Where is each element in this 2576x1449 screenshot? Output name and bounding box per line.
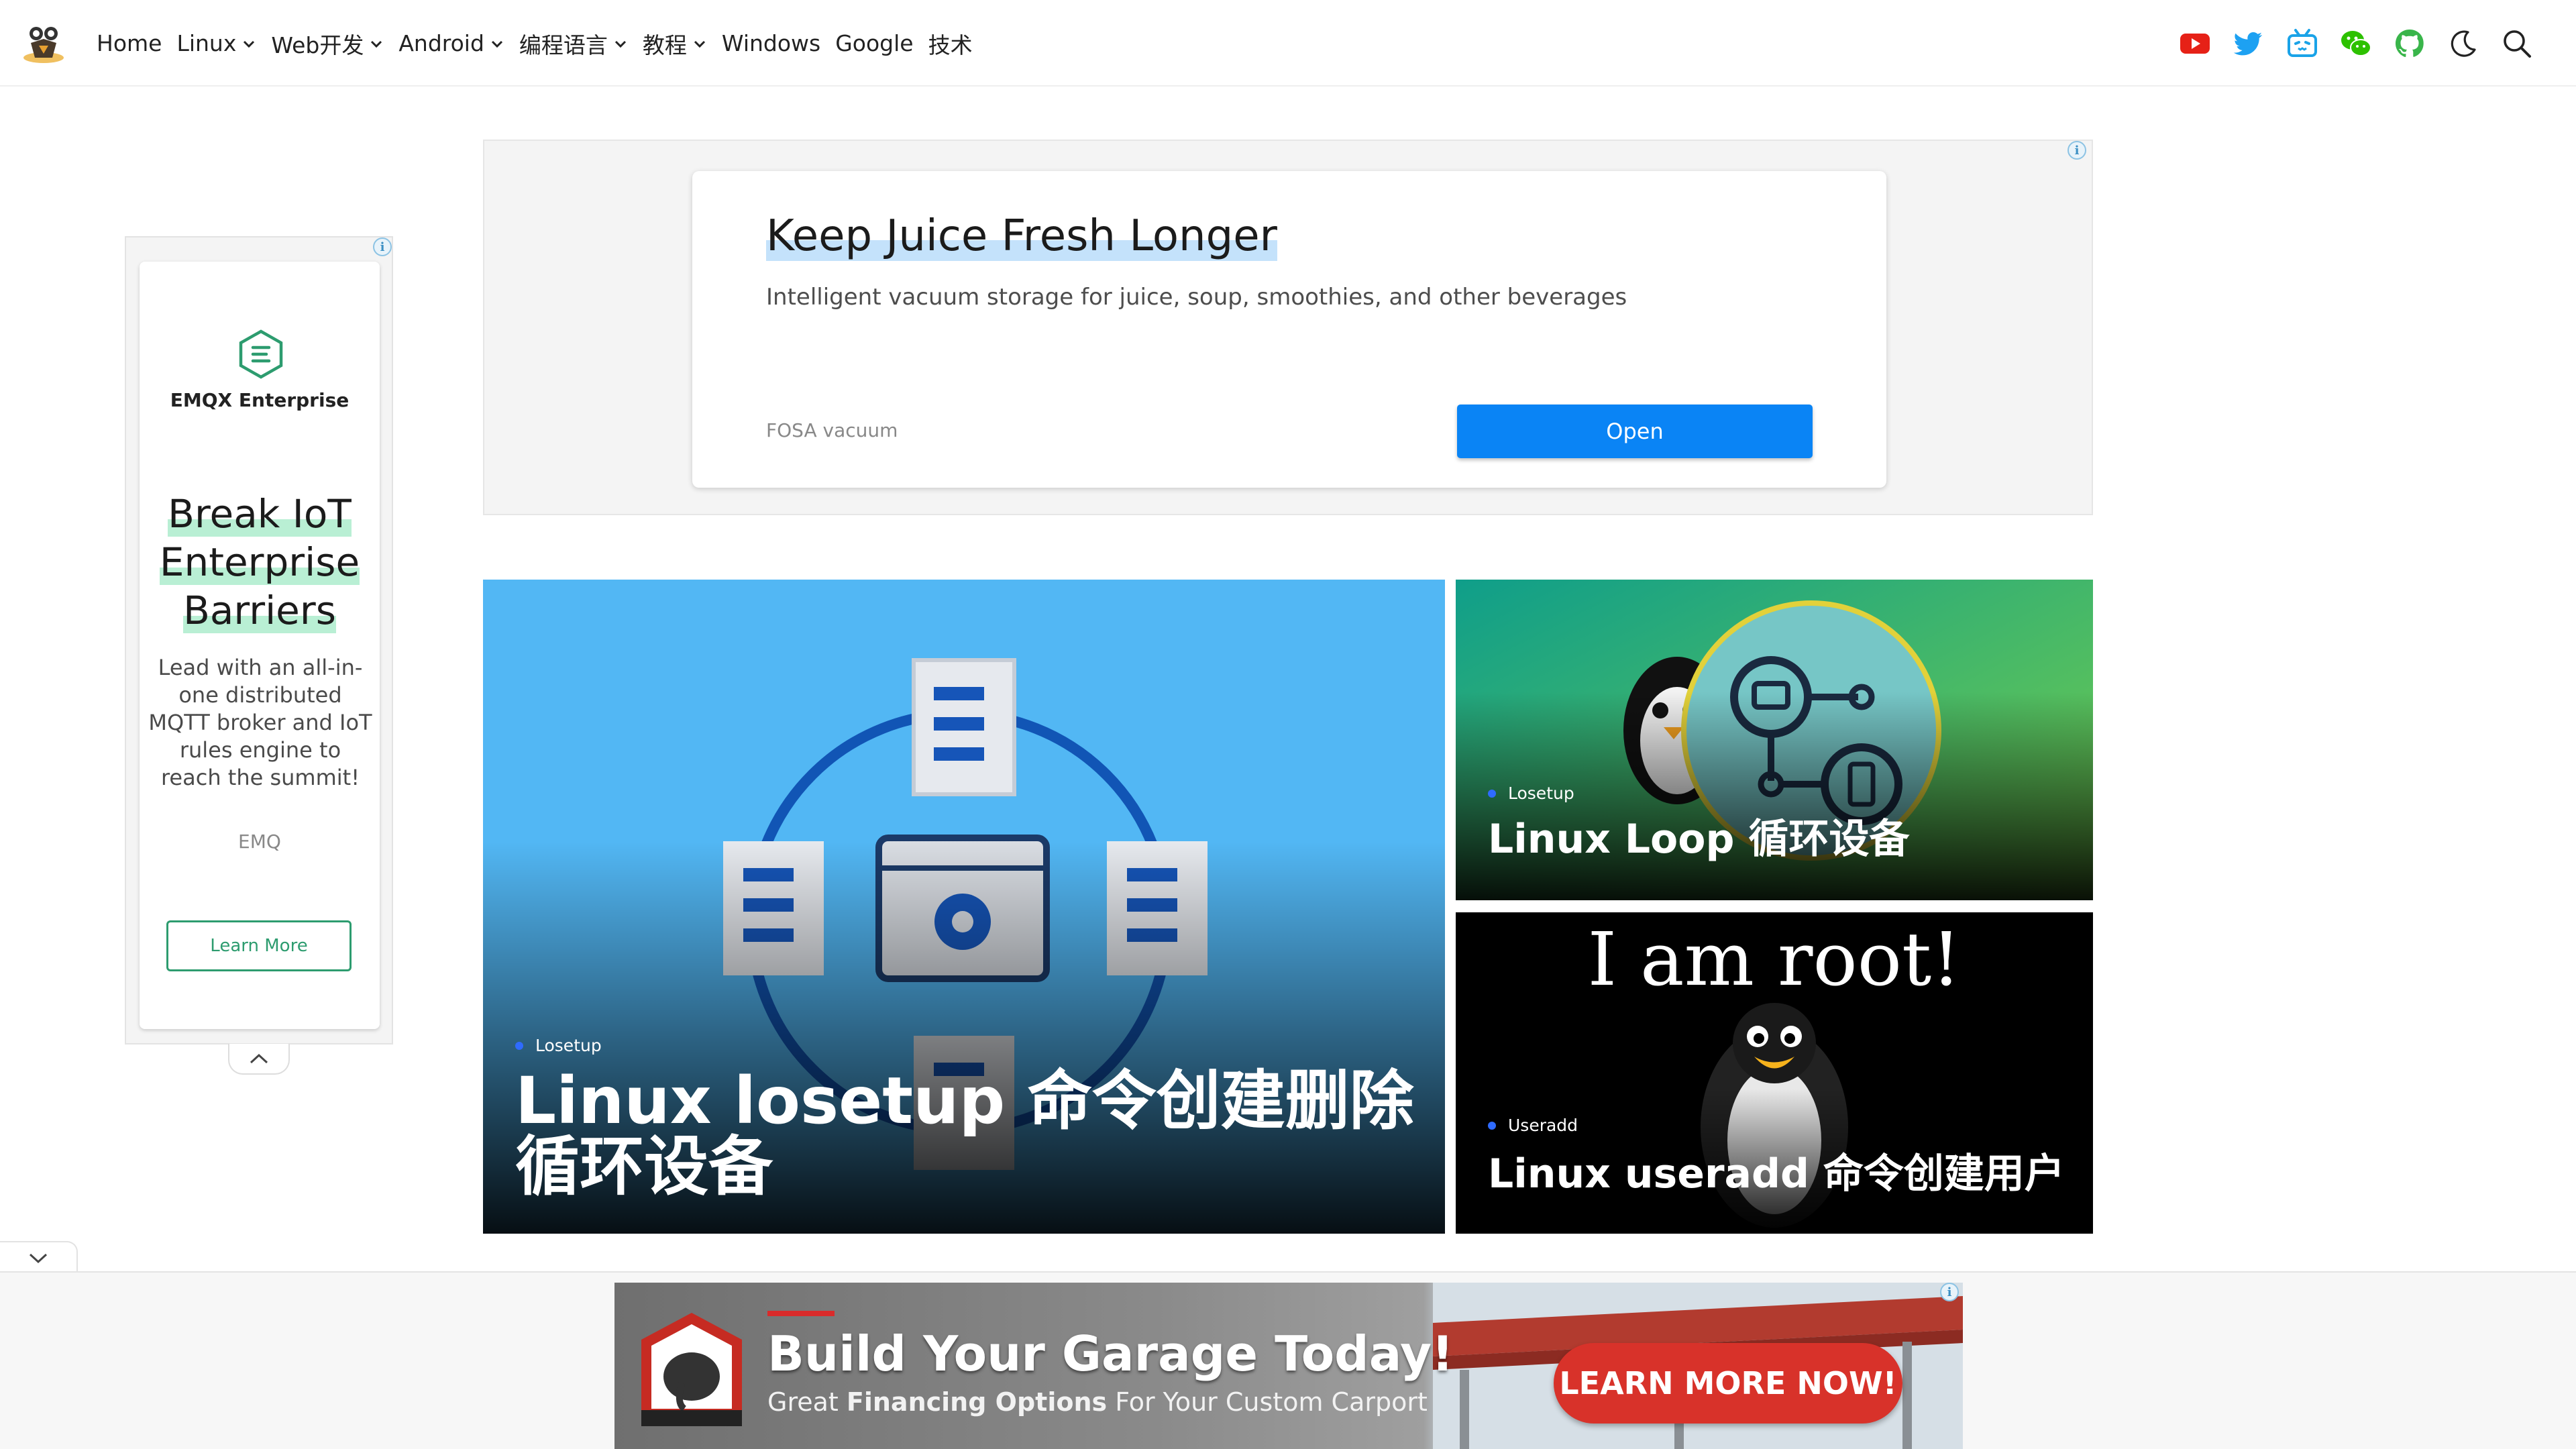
bottom-banner-ad[interactable]: Build Your Garage Today! Great Financing… [614, 1283, 1963, 1449]
nav-item-label: Android [398, 30, 484, 56]
bilibili-icon[interactable] [2285, 26, 2320, 61]
nav-item-label: 教程 [642, 32, 687, 58]
nav-item-label: Linux [176, 30, 237, 56]
chevron-down-icon [491, 40, 502, 48]
subtitle-text: Great [767, 1387, 847, 1417]
nav-item[interactable]: 编程语言 [519, 28, 628, 60]
social-icons [2159, 0, 2534, 87]
nav-item[interactable]: 技术 [928, 28, 973, 60]
title-accent-bar [767, 1311, 835, 1316]
nav-item[interactable]: Google [835, 30, 913, 56]
post-title[interactable]: Linux losetup 命令创建删除循环设备 [515, 1068, 1428, 1199]
ad-headline-line: Barriers [183, 588, 336, 633]
category-label: Losetup [1508, 784, 1574, 803]
ad-headline-line: Enterprise [159, 539, 360, 585]
category-dot [1488, 1121, 1496, 1130]
post-category[interactable]: Losetup [1488, 784, 1574, 803]
chevron-down-icon [29, 1253, 48, 1264]
ad-body-text: Lead with an all-in-one distributed MQTT… [148, 655, 372, 790]
sidebar-ad[interactable]: i EMQX Enterprise Break IoT Enterprise B… [125, 236, 393, 1044]
nav-item[interactable]: 教程 [643, 28, 707, 60]
ad-advertiser: FOSA vacuum [766, 419, 898, 441]
post-card-loop[interactable]: Losetup Linux Loop 循环设备 [1456, 580, 2093, 900]
main-menu: Home Linux Web开发 Android 编程语言 教程 Windows Google… [97, 0, 987, 87]
nav-item[interactable]: Linux [176, 30, 256, 56]
nav-item[interactable]: Android [398, 30, 504, 56]
twitter-icon[interactable] [2231, 26, 2266, 61]
wechat-icon[interactable] [2339, 26, 2373, 61]
nav-item[interactable]: Web开发 [271, 28, 384, 60]
chevron-up-icon [250, 1053, 268, 1064]
youtube-icon[interactable] [2178, 26, 2212, 61]
nav-item-label: Web开发 [271, 32, 364, 58]
post-category[interactable]: Useradd [1488, 1116, 1578, 1135]
category-label: Useradd [1508, 1116, 1578, 1135]
ad-headline: Break IoT Enterprise Barriers [140, 490, 380, 635]
nav-item-label: Google [835, 30, 914, 56]
subtitle-text: For Your Custom Carport [1107, 1387, 1428, 1417]
ad-choices-icon[interactable]: i [1940, 1283, 1959, 1301]
ad-title: Keep Juice Fresh Longer [766, 211, 1277, 261]
emqx-logo-icon [239, 329, 283, 379]
subtitle-bold: Financing Options [846, 1387, 1108, 1417]
chevron-down-icon [694, 40, 705, 48]
top-navbar: Home Linux Web开发 Android 编程语言 教程 Windows Google… [0, 0, 2576, 87]
sidebar-ad-card[interactable]: EMQX Enterprise Break IoT Enterprise Bar… [140, 262, 380, 1029]
nav-item[interactable]: Windows [722, 30, 820, 56]
elephant-logo-icon [641, 1313, 742, 1426]
top-banner-ad[interactable]: i Keep Juice Fresh Longer Intelligent va… [483, 140, 2093, 515]
bottom-ad-subtitle: Great Financing Options For Your Custom … [767, 1387, 1428, 1417]
post-title[interactable]: Linux Loop 循环设备 [1488, 816, 1909, 863]
learn-more-button[interactable]: Learn More [166, 920, 352, 971]
open-button[interactable]: Open [1457, 405, 1813, 458]
post-card-losetup[interactable]: Losetup Linux losetup 命令创建删除循环设备 [483, 580, 1445, 1234]
sidebar-ad-collapse-button[interactable] [228, 1044, 290, 1075]
bottom-ad-title: Build Your Garage Today! [767, 1326, 1454, 1382]
post-title[interactable]: Linux useradd 命令创建用户 [1488, 1150, 2065, 1197]
ad-choices-icon[interactable]: i [373, 237, 392, 256]
nav-item-label: 编程语言 [519, 32, 608, 58]
category-label: Losetup [535, 1036, 602, 1055]
category-dot [1488, 789, 1496, 798]
ad-title-text: Keep Juice Fresh Longer [766, 211, 1277, 261]
dark-mode-icon[interactable] [2446, 26, 2481, 61]
bottom-ad-toggle-button[interactable] [0, 1241, 78, 1273]
chevron-down-icon [244, 40, 255, 48]
chevron-down-icon [614, 40, 626, 48]
ad-brand: EMQX Enterprise [170, 389, 350, 411]
ad-description: Intelligent vacuum storage for juice, so… [766, 284, 1627, 311]
chevron-down-icon [371, 40, 382, 48]
image-caption: I am root! [1587, 916, 1962, 1002]
category-dot [515, 1041, 523, 1050]
nav-item-label: Home [97, 30, 162, 56]
learn-more-now-button[interactable]: LEARN MORE NOW! [1554, 1343, 1902, 1424]
nav-item-label: Windows [721, 30, 821, 56]
site-logo[interactable] [21, 19, 66, 66]
ad-headline-line: Break IoT [168, 491, 352, 537]
top-ad-card[interactable]: Keep Juice Fresh Longer Intelligent vacu… [692, 171, 1886, 488]
ad-choices-icon[interactable]: i [2068, 141, 2086, 160]
search-icon[interactable] [2500, 26, 2534, 61]
nav-item[interactable]: Home [97, 30, 162, 56]
github-icon[interactable] [2392, 26, 2427, 61]
post-category[interactable]: Losetup [515, 1036, 602, 1055]
post-card-useradd[interactable]: I am root! Useradd Linux useradd 命令创建用户 [1456, 912, 2093, 1234]
nav-item-label: 技术 [928, 32, 973, 58]
ad-advertiser: EMQ [238, 830, 281, 853]
